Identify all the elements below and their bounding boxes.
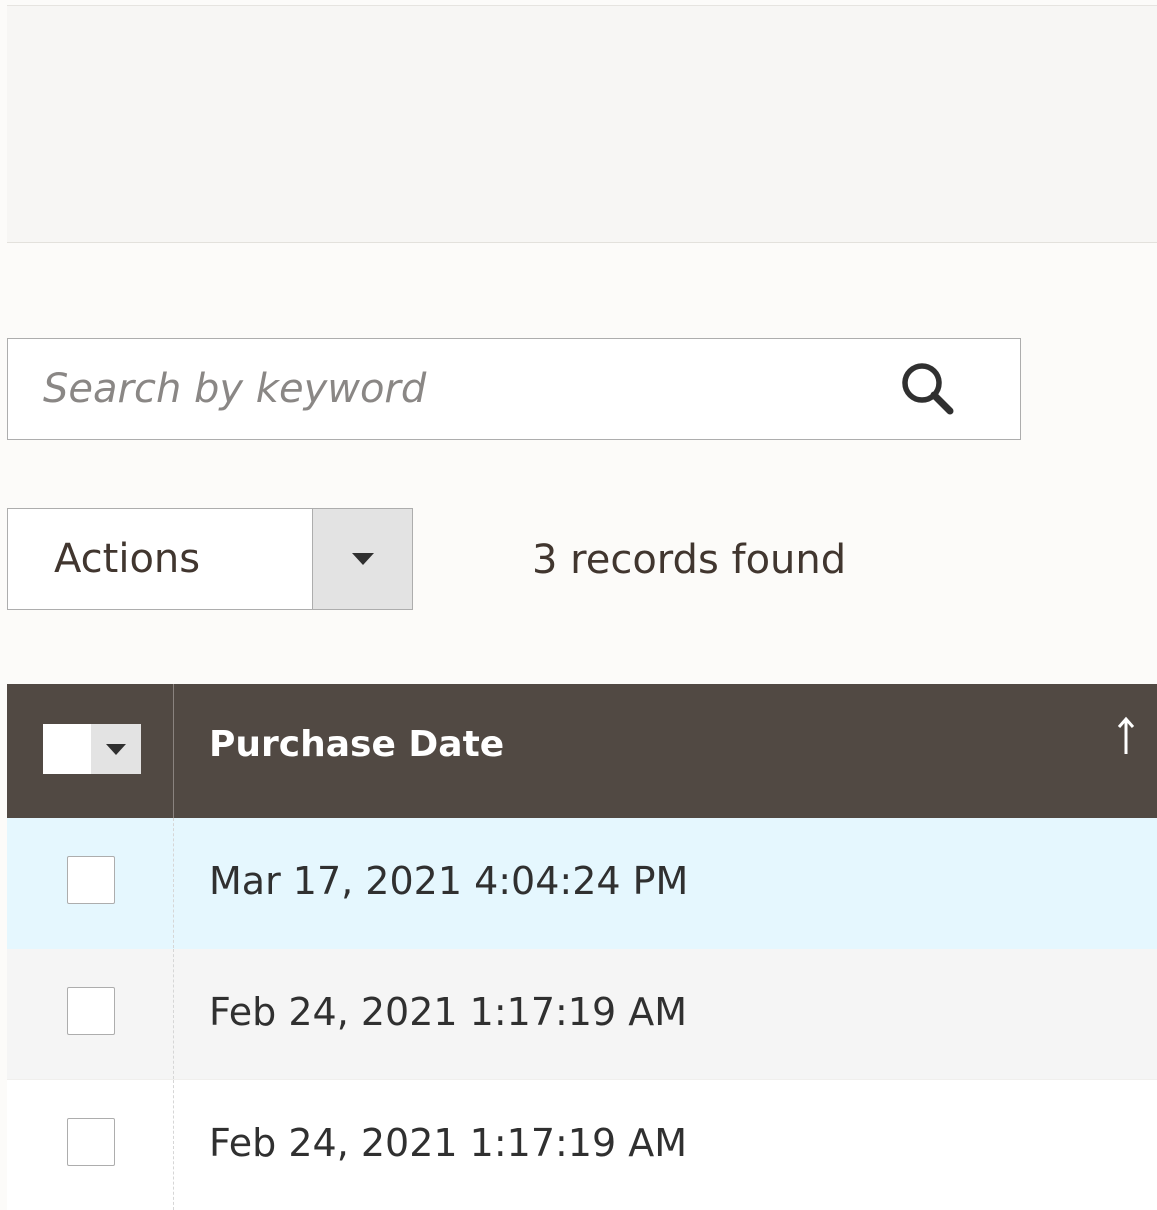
purchase-date-cell: Mar 17, 2021 4:04:24 PM (209, 859, 689, 903)
row-checkbox[interactable] (67, 1118, 115, 1166)
row-select-cell (7, 818, 174, 948)
triangle-down-icon (106, 743, 126, 755)
table-row[interactable]: Feb 24, 2021 1:17:19 AM (7, 949, 1157, 1080)
table-row[interactable]: Feb 24, 2021 1:17:19 AM (7, 1080, 1157, 1210)
search-box (7, 338, 1021, 440)
purchase-date-cell: Feb 24, 2021 1:17:19 AM (209, 1121, 688, 1165)
actions-dropdown[interactable]: Actions (7, 508, 413, 610)
mass-select-control[interactable] (43, 724, 141, 774)
arrow-up-icon (1117, 716, 1135, 754)
row-checkbox[interactable] (67, 856, 115, 904)
top-panel (7, 5, 1157, 243)
column-header-purchase-date[interactable]: Purchase Date (174, 684, 1157, 818)
mass-select-checkbox[interactable] (43, 724, 91, 774)
header-select-cell (7, 684, 174, 818)
purchase-date-cell: Feb 24, 2021 1:17:19 AM (209, 990, 688, 1034)
grid-header: Purchase Date (7, 684, 1157, 818)
actions-label: Actions (54, 536, 201, 582)
search-button[interactable] (884, 359, 974, 419)
row-select-cell (7, 949, 174, 1079)
row-checkbox[interactable] (67, 987, 115, 1035)
mass-select-toggle[interactable] (91, 724, 141, 774)
data-grid: Purchase Date Mar 17, 2021 4:04:24 PM Fe… (7, 684, 1157, 1210)
row-select-cell (7, 1080, 174, 1210)
search-icon (902, 363, 954, 415)
table-row[interactable]: Mar 17, 2021 4:04:24 PM (7, 818, 1157, 949)
records-found: 3 records found (532, 537, 847, 583)
column-header-label: Purchase Date (209, 724, 505, 765)
triangle-down-icon (351, 553, 374, 565)
actions-toggle[interactable] (312, 509, 412, 609)
search-input[interactable] (8, 339, 868, 439)
